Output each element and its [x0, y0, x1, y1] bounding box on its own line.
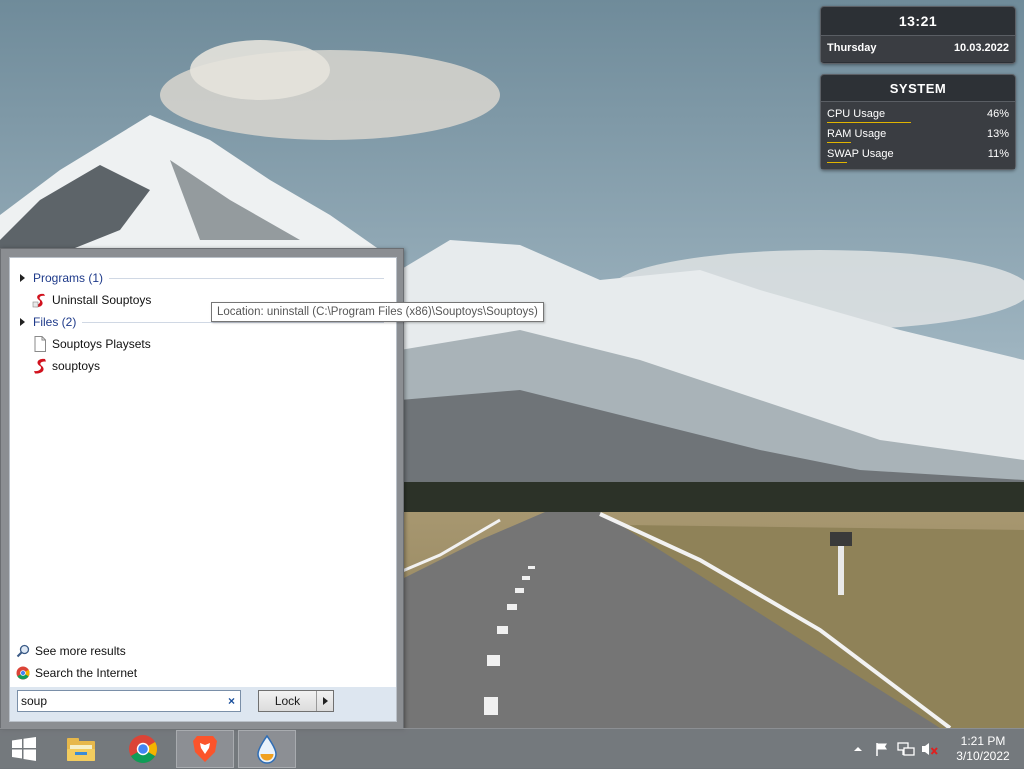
network-button[interactable] [894, 729, 918, 769]
group-divider [109, 277, 384, 279]
taskbar: 1:21 PM 3/10/2022 [0, 728, 1024, 769]
ram-usage-row: RAM Usage 13% [827, 126, 1009, 146]
chrome-icon [129, 735, 157, 763]
swap-usage-row: SWAP Usage 11% [827, 146, 1009, 166]
search-input-box[interactable]: × [17, 690, 241, 712]
group-label-files: Files (2) [33, 315, 77, 329]
arrow-right-icon [322, 697, 328, 705]
system-widget: SYSTEM CPU Usage 46% RAM Usage 13% SWAP … [820, 74, 1016, 170]
taskbar-date: 3/10/2022 [956, 749, 1010, 763]
start-button[interactable] [0, 730, 48, 768]
taskbar-clock[interactable]: 1:21 PM 3/10/2022 [942, 734, 1024, 764]
windows-logo-icon [12, 737, 36, 761]
taskbar-droplet-app[interactable] [238, 730, 296, 768]
ram-usage-value: 13% [986, 128, 1009, 140]
see-more-results-link[interactable]: See more results [16, 642, 126, 660]
result-souptoys[interactable]: souptoys [32, 357, 100, 375]
action-center-button[interactable] [870, 729, 894, 769]
droplet-app-icon [257, 734, 277, 764]
expand-triangle-icon [20, 318, 25, 326]
system-widget-title: SYSTEM [889, 81, 947, 96]
swap-usage-value: 11% [987, 148, 1009, 160]
chevron-up-icon [854, 747, 862, 751]
expand-triangle-icon [20, 274, 25, 282]
souptoys-icon [34, 358, 46, 374]
cpu-usage-row: CPU Usage 46% [827, 106, 1009, 126]
ram-usage-bar [827, 142, 851, 143]
see-more-results-label: See more results [35, 644, 126, 658]
taskbar-file-explorer[interactable] [52, 730, 110, 768]
volume-button[interactable] [918, 729, 942, 769]
souptoys-icon [32, 293, 45, 308]
group-header-programs[interactable]: Programs (1) [18, 270, 384, 286]
brave-icon [193, 736, 217, 762]
power-options-arrow-button[interactable] [317, 691, 333, 711]
speaker-muted-icon [922, 743, 938, 755]
search-bar-area: × Lock [9, 687, 397, 722]
lock-button-label[interactable]: Lock [259, 691, 317, 711]
show-hidden-icons-button[interactable] [846, 729, 870, 769]
result-label: souptoys [52, 359, 101, 373]
system-tray: 1:21 PM 3/10/2022 [846, 729, 1024, 769]
swap-usage-label: SWAP Usage [827, 148, 894, 160]
magnifier-icon [16, 644, 30, 658]
widget-time: 13:21 [898, 13, 938, 29]
flag-icon [876, 743, 887, 756]
clear-search-icon[interactable]: × [228, 694, 235, 708]
chrome-icon [16, 666, 30, 680]
document-icon [34, 336, 46, 352]
file-explorer-icon [67, 738, 95, 761]
network-icon [897, 742, 915, 756]
ram-usage-label: RAM Usage [827, 128, 887, 140]
result-label: Souptoys Playsets [52, 337, 151, 351]
location-tooltip: Location: uninstall (C:\Program Files (x… [211, 302, 544, 322]
result-souptoys-playsets[interactable]: Souptoys Playsets [32, 335, 151, 353]
search-input[interactable] [21, 692, 217, 710]
taskbar-brave[interactable] [176, 730, 234, 768]
clock-widget: 13:21 Thursday 10.03.2022 [820, 6, 1016, 64]
search-internet-label: Search the Internet [35, 666, 138, 680]
group-label-programs: Programs (1) [33, 271, 104, 285]
search-internet-link[interactable]: Search the Internet [16, 664, 137, 682]
cpu-usage-label: CPU Usage [827, 108, 886, 120]
lock-button[interactable]: Lock [258, 690, 334, 712]
widget-day: Thursday [827, 42, 877, 54]
swap-usage-bar [827, 162, 848, 163]
taskbar-time: 1:21 PM [960, 734, 1006, 748]
widget-date: 10.03.2022 [953, 42, 1009, 54]
result-uninstall-souptoys[interactable]: Uninstall Souptoys [32, 291, 151, 309]
result-label: Uninstall Souptoys [52, 293, 152, 307]
cpu-usage-value: 46% [986, 108, 1009, 120]
taskbar-chrome[interactable] [114, 730, 172, 768]
cpu-usage-bar [827, 122, 911, 123]
